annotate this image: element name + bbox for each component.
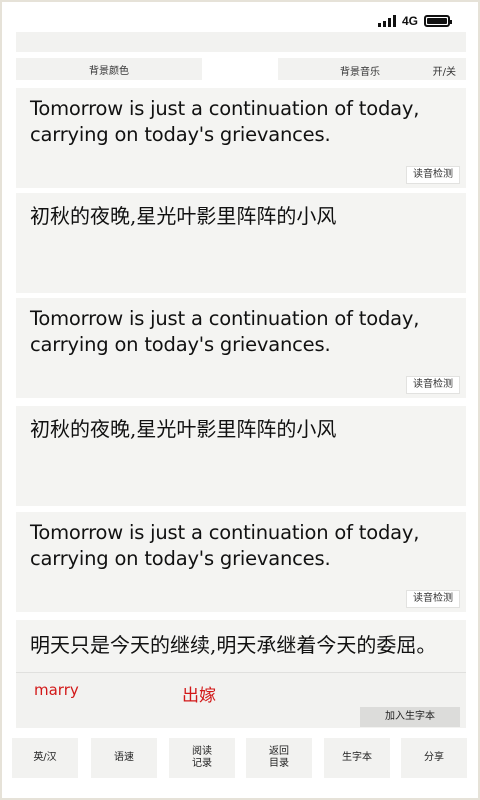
background-color-label: 背景颜色 (89, 65, 129, 77)
pronunciation-check-button[interactable]: 读音检测 (406, 376, 460, 394)
chinese-sentence: 明天只是今天的继续,明天承继着今天的委屈。 (30, 633, 437, 657)
en-zh-toggle-button[interactable]: 英/汉 (12, 738, 78, 778)
settings-row: 背景颜色 背景音乐 开/关 (16, 58, 466, 80)
battery-icon (424, 15, 452, 27)
english-sentence: Tomorrow is just a continuation of today… (30, 307, 420, 356)
share-button[interactable]: 分享 (401, 738, 467, 778)
sentence-card-english[interactable]: Tomorrow is just a continuation of today… (16, 512, 466, 612)
pronunciation-check-button[interactable]: 读音检测 (406, 590, 460, 608)
bottom-toolbar: 英/汉 语速 阅读 记录 返回 目录 生字本 分享 (12, 738, 468, 778)
music-toggle[interactable]: 开/关 (433, 63, 456, 78)
speed-button[interactable]: 语速 (91, 738, 157, 778)
sentence-card-chinese[interactable]: 初秋的夜晚,星光叶影里阵阵的小风 (16, 406, 466, 506)
share-label: 分享 (424, 752, 444, 763)
background-music-label: 背景音乐 (340, 67, 380, 78)
vocab-book-label: 生字本 (342, 752, 372, 763)
background-color-button[interactable]: 背景颜色 (16, 58, 202, 80)
lookup-word: marry (34, 681, 79, 699)
back-to-contents-button[interactable]: 返回 目录 (246, 738, 312, 778)
speed-label: 语速 (114, 752, 134, 763)
background-music-button[interactable]: 背景音乐 开/关 (278, 58, 466, 80)
add-to-vocab-button[interactable]: 加入生字本 (360, 707, 460, 727)
lookup-meaning: 出嫁 (182, 686, 216, 706)
word-lookup-popup: marry 出嫁 加入生字本 (16, 672, 466, 728)
english-sentence: Tomorrow is just a continuation of today… (30, 97, 420, 146)
reading-record-label: 阅读 记录 (192, 746, 212, 769)
network-label: 4G (401, 14, 418, 28)
pronunciation-check-button[interactable]: 读音检测 (406, 166, 460, 184)
sentence-card-english[interactable]: Tomorrow is just a continuation of today… (16, 298, 466, 398)
chinese-sentence: 初秋的夜晚,星光叶影里阵阵的小风 (30, 204, 337, 228)
sentence-card-chinese[interactable]: 明天只是今天的继续,明天承继着今天的委屈。 (16, 620, 466, 672)
status-bar: 4G (377, 14, 452, 28)
english-sentence: Tomorrow is just a continuation of today… (30, 521, 420, 570)
reading-record-button[interactable]: 阅读 记录 (169, 738, 235, 778)
chinese-sentence: 初秋的夜晚,星光叶影里阵阵的小风 (30, 417, 337, 441)
sentence-card-english[interactable]: Tomorrow is just a continuation of today… (16, 88, 466, 188)
back-to-contents-label: 返回 目录 (269, 746, 289, 769)
en-zh-label: 英/汉 (33, 752, 57, 763)
sentence-card-chinese[interactable]: 初秋的夜晚,星光叶影里阵阵的小风 (16, 193, 466, 293)
top-bar (16, 32, 466, 52)
signal-bars-icon (377, 15, 396, 27)
vocab-book-button[interactable]: 生字本 (324, 738, 390, 778)
